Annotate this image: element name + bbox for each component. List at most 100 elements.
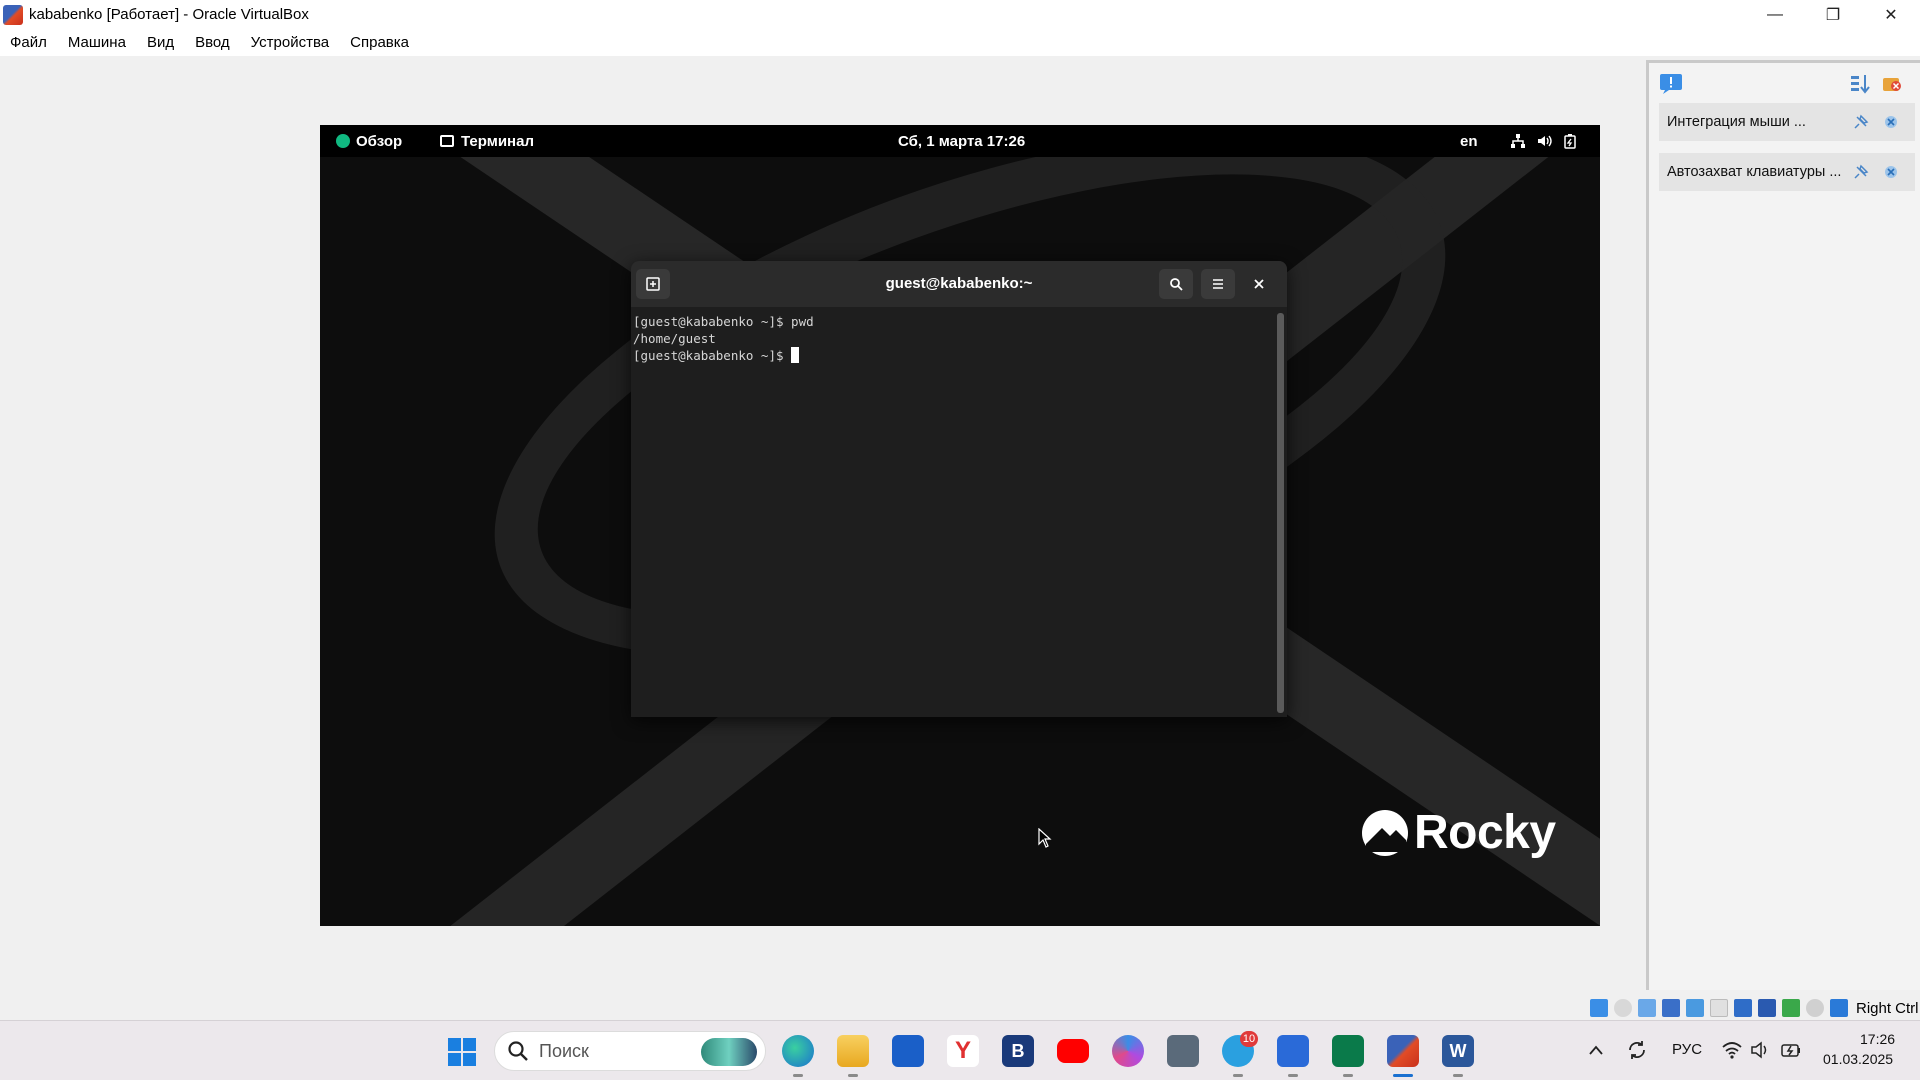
terminal-prompt-line: [guest@kababenko ~]$	[633, 347, 1273, 364]
virtualbox-app-icon	[3, 4, 23, 25]
cpu-activity-icon[interactable]	[1782, 999, 1800, 1017]
menu-help[interactable]: Справка	[350, 34, 409, 51]
running-indicator	[1453, 1074, 1463, 1077]
host-key-label[interactable]: Right Ctrl	[1856, 1000, 1919, 1017]
file-explorer-icon[interactable]	[837, 1035, 869, 1067]
wifi-icon[interactable]	[1722, 1041, 1742, 1059]
yandex-browser-icon[interactable]: Y	[947, 1035, 979, 1067]
copilot-icon[interactable]	[1112, 1035, 1144, 1067]
optical-drive-icon[interactable]	[1614, 999, 1632, 1017]
notification-text: Интеграция мыши ...	[1667, 114, 1806, 130]
youtube-icon[interactable]	[1057, 1039, 1089, 1063]
telegram-badge: 10	[1240, 1031, 1258, 1047]
text-cursor	[791, 347, 800, 363]
keyboard-layout-indicator[interactable]: en	[1460, 125, 1478, 157]
keyboard-layout-label: en	[1460, 132, 1478, 150]
recording-icon[interactable]	[1758, 999, 1776, 1017]
clock[interactable]: Сб, 1 марта 17:26	[898, 125, 1025, 157]
dismiss-icon[interactable]	[1883, 164, 1899, 180]
keyboard-capture-icon[interactable]	[1830, 999, 1848, 1017]
terminal-line: /home/guest	[633, 331, 716, 346]
hamburger-menu-button[interactable]	[1201, 269, 1235, 299]
battery-charging-icon[interactable]	[1780, 1041, 1802, 1059]
chevron-up-icon[interactable]	[1588, 1044, 1604, 1056]
rocky-logo: Rocky	[1360, 805, 1556, 860]
gnome-top-bar: Обзор Терминал Сб, 1 марта 17:26 en	[320, 125, 1600, 157]
guest-screen[interactable]: Обзор Терминал Сб, 1 марта 17:26 en gues…	[320, 125, 1600, 926]
terminal-headerbar[interactable]: guest@kababenko:~	[631, 261, 1287, 307]
speaker-icon[interactable]	[1750, 1041, 1770, 1059]
taskbar-search[interactable]: Поиск	[494, 1031, 766, 1071]
search-button[interactable]	[1159, 269, 1193, 299]
virtualbox-taskbar-icon[interactable]	[1387, 1035, 1419, 1067]
running-indicator	[1288, 1074, 1298, 1077]
running-indicator	[848, 1074, 858, 1077]
new-tab-button[interactable]	[636, 269, 670, 299]
dismiss-icon[interactable]	[1883, 114, 1899, 130]
search-placeholder: Поиск	[539, 1040, 589, 1061]
terminal-output[interactable]: [guest@kababenko ~]$ pwd/home/guest [gues…	[633, 313, 1273, 713]
window-title: kababenko [Работает] - Oracle VirtualBox	[29, 6, 309, 23]
activities-label: Обзор	[356, 132, 403, 150]
pin-icon[interactable]	[1853, 164, 1869, 180]
calculator-icon[interactable]	[1167, 1035, 1199, 1067]
vm-status-bar: Right Ctrl	[1590, 995, 1920, 1021]
close-icon	[1254, 279, 1264, 289]
notification-text: Автозахват клавиатуры ...	[1667, 164, 1842, 180]
menu-view[interactable]: Вид	[147, 34, 174, 51]
booking-icon[interactable]: B	[1002, 1035, 1034, 1067]
terminal-icon	[440, 135, 454, 147]
menu-bar: Файл Машина Вид Ввод Устройства Справка	[0, 29, 1920, 56]
windows-start-icon[interactable]	[448, 1038, 476, 1066]
app-menu-terminal[interactable]: Терминал	[440, 125, 534, 157]
running-indicator	[793, 1074, 803, 1077]
menu-devices[interactable]: Устройства	[251, 34, 329, 51]
pin-icon[interactable]	[1853, 114, 1869, 130]
terminal-scrollbar[interactable]	[1277, 313, 1284, 713]
minimize-button[interactable]: —	[1746, 0, 1804, 29]
shared-folders-icon[interactable]	[1710, 999, 1728, 1017]
sync-icon[interactable]	[1626, 1039, 1648, 1061]
search-icon	[1170, 278, 1183, 291]
message-icon[interactable]	[1659, 73, 1683, 95]
display-icon[interactable]	[1734, 999, 1752, 1017]
edge-browser-icon[interactable]	[782, 1035, 814, 1067]
microsoft-store-icon[interactable]	[892, 1035, 924, 1067]
menu-file[interactable]: Файл	[10, 34, 47, 51]
audio-icon[interactable]	[1638, 999, 1656, 1017]
search-highlight-image	[701, 1038, 757, 1066]
active-indicator	[1393, 1074, 1413, 1077]
volume-icon	[1538, 135, 1552, 147]
hard-disk-icon[interactable]	[1590, 999, 1608, 1017]
app-menu-label: Терминал	[461, 132, 534, 150]
mouse-integration-icon[interactable]	[1806, 999, 1824, 1017]
close-window-button[interactable]: ✕	[1862, 0, 1920, 29]
clear-notifications-icon[interactable]	[1881, 73, 1903, 95]
tray-date[interactable]: 01.03.2025	[1823, 1051, 1893, 1067]
word-icon[interactable]: W	[1442, 1035, 1474, 1067]
search-icon	[508, 1041, 528, 1061]
running-indicator	[1233, 1074, 1243, 1077]
vscode-icon[interactable]	[1332, 1035, 1364, 1067]
terminal-window[interactable]: guest@kababenko:~ [guest@kababenko ~]$ p…	[631, 261, 1287, 717]
rocky-icon	[336, 134, 350, 148]
usb-icon[interactable]	[1686, 999, 1704, 1017]
system-menu[interactable]	[1500, 125, 1578, 157]
restore-button[interactable]: ❐	[1804, 0, 1862, 29]
network-adapter-icon[interactable]	[1662, 999, 1680, 1017]
language-indicator[interactable]: РУС	[1672, 1041, 1702, 1058]
notification-mouse-integration[interactable]: Интеграция мыши ...	[1659, 103, 1915, 141]
activities-button[interactable]: Обзор	[336, 125, 402, 157]
notification-keyboard-capture[interactable]: Автозахват клавиатуры ...	[1659, 153, 1915, 191]
tray-time[interactable]: 17:26	[1860, 1031, 1895, 1047]
menu-input[interactable]: Ввод	[195, 34, 230, 51]
menu-machine[interactable]: Машина	[68, 34, 126, 51]
rocky-logo-text: Rocky	[1414, 806, 1556, 859]
notepad-icon[interactable]	[1277, 1035, 1309, 1067]
terminal-line: [guest@kababenko ~]$	[633, 348, 792, 363]
sort-notifications-icon[interactable]	[1849, 73, 1871, 95]
clock-label: Сб, 1 марта 17:26	[898, 132, 1026, 150]
terminal-close-button[interactable]	[1245, 269, 1273, 299]
rocky-logo-icon	[1362, 809, 1408, 856]
hamburger-menu-icon	[1213, 279, 1223, 289]
